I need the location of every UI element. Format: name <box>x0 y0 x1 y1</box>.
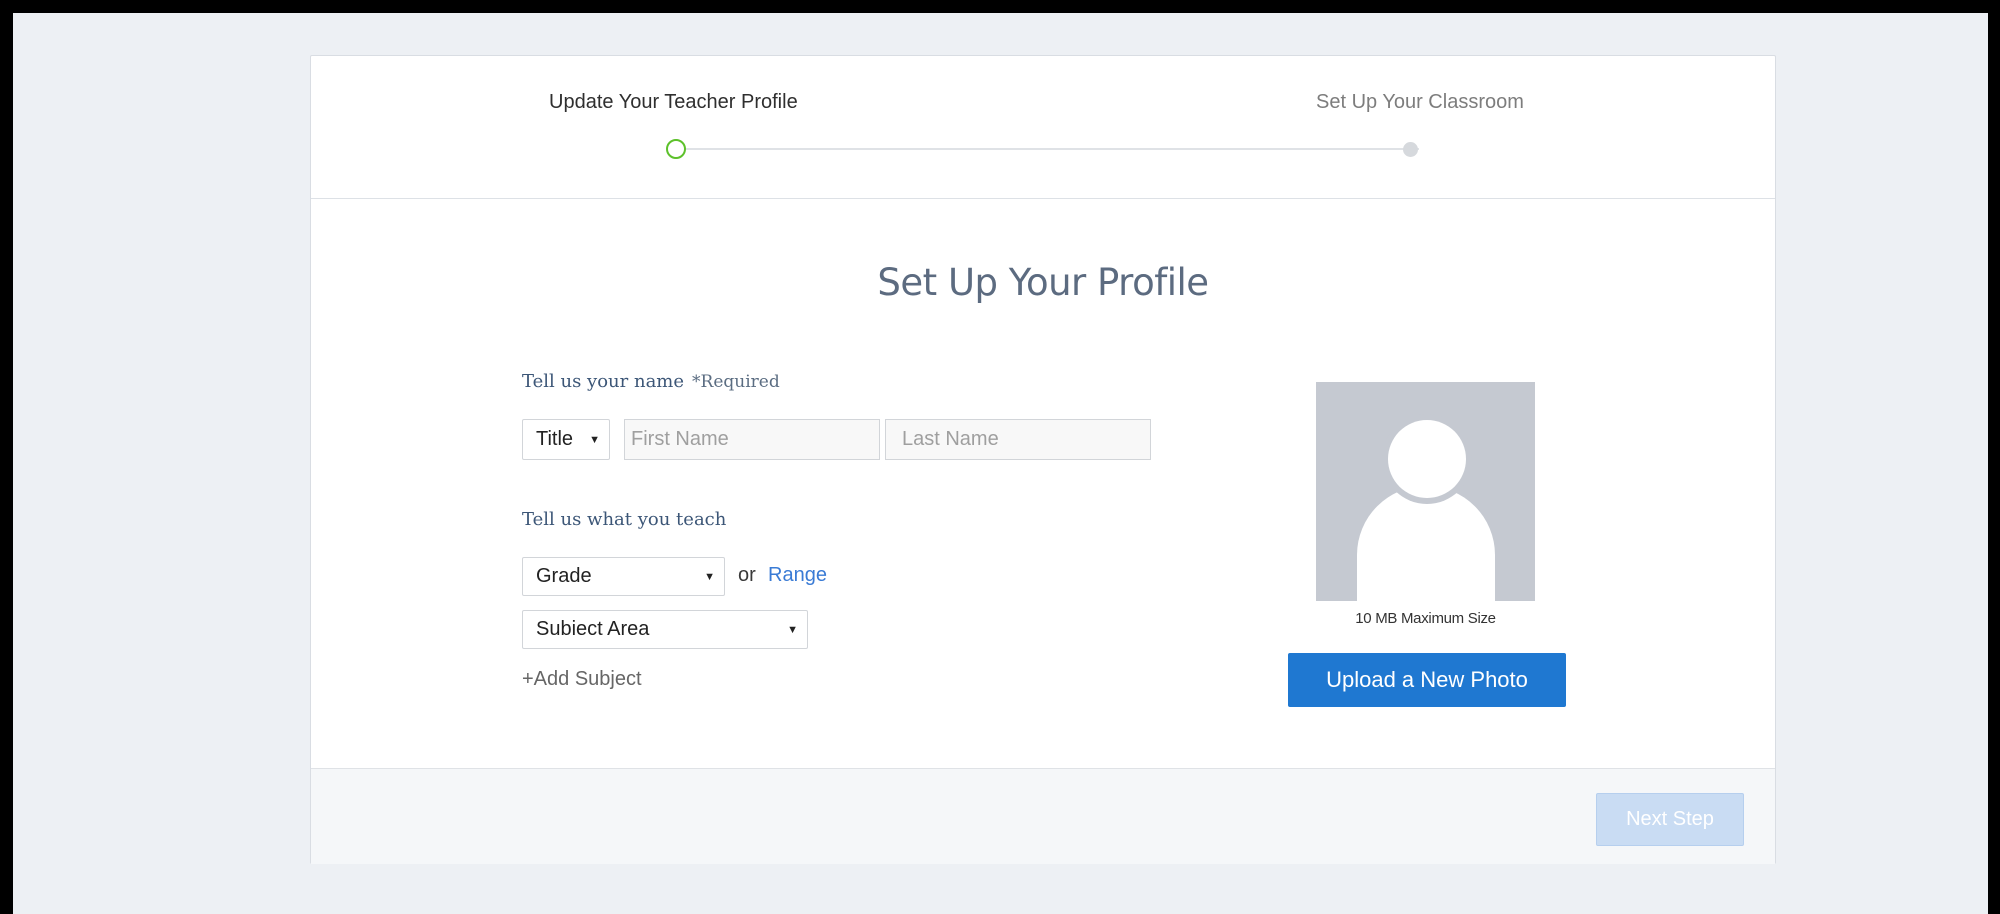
progress-stepper: Update Your Teacher Profile Set Up Your … <box>311 56 1775 199</box>
card-footer: Next Step <box>311 768 1775 864</box>
page-title: Set Up Your Profile <box>877 261 1209 304</box>
profile-setup-card: Update Your Teacher Profile Set Up Your … <box>310 55 1776 864</box>
add-subject-link[interactable]: +Add Subject <box>522 668 642 691</box>
next-step-button[interactable]: Next Step <box>1596 793 1744 846</box>
upload-photo-button[interactable]: Upload a New Photo <box>1288 653 1566 707</box>
avatar-head-shape <box>1388 420 1466 498</box>
teach-section-label: Tell us what you teach <box>522 509 727 530</box>
name-section-label: Tell us your name *Required <box>522 371 780 392</box>
stepper-track <box>684 148 1419 150</box>
grade-select-value: Grade <box>536 565 592 587</box>
step-indicator-inactive <box>1403 142 1418 157</box>
chevron-down-icon: ▼ <box>787 623 798 636</box>
step-label-classroom: Set Up Your Classroom <box>1316 91 1524 113</box>
subject-area-select[interactable]: Subiect Area ▼ <box>522 610 808 649</box>
range-link[interactable]: Range <box>768 564 827 587</box>
max-size-note: 10 MB Maximum Size <box>1355 610 1496 627</box>
title-select-value: Title <box>536 428 574 450</box>
required-note: *Required <box>692 372 780 392</box>
grade-select[interactable]: Grade ▼ <box>522 557 725 596</box>
user-silhouette-icon <box>1316 382 1535 601</box>
step-label-teacher-profile: Update Your Teacher Profile <box>549 91 798 113</box>
page-background: Update Your Teacher Profile Set Up Your … <box>13 13 1988 914</box>
step-indicator-active <box>666 139 686 159</box>
name-label-text: Tell us your name <box>522 371 685 392</box>
last-name-input[interactable] <box>885 419 1151 460</box>
first-name-input[interactable] <box>624 419 880 460</box>
or-text: or <box>738 564 756 586</box>
chevron-down-icon: ▼ <box>704 570 715 583</box>
subject-area-select-value: Subiect Area <box>536 618 650 640</box>
chevron-down-icon: ▼ <box>589 433 600 446</box>
title-select[interactable]: Title ▼ <box>522 419 610 460</box>
